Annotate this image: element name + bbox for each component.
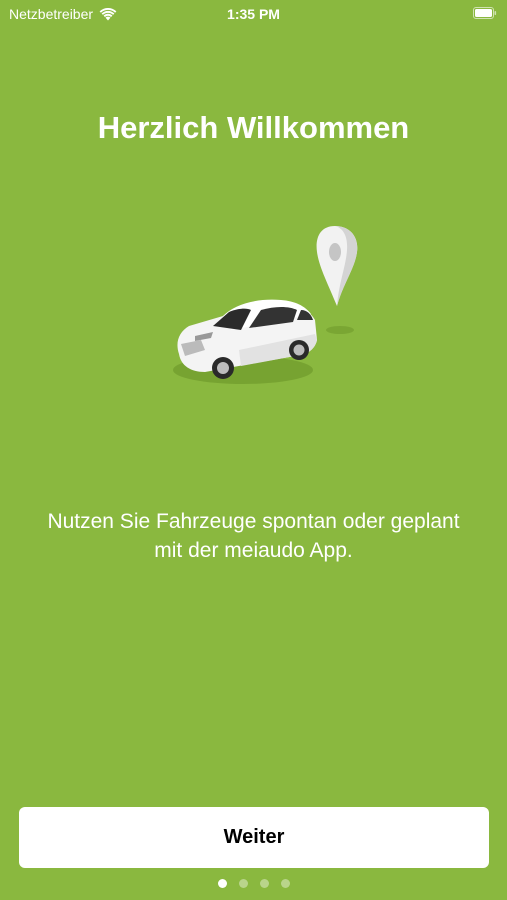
car-with-location-pin-icon (173, 226, 358, 384)
page-dot-4[interactable] (280, 879, 290, 888)
location-pin-icon (316, 226, 358, 306)
onboarding-description: Nutzen Sie Fahrzeuge spontan oder geplan… (47, 510, 460, 562)
battery-icon (473, 7, 497, 19)
page-dot-3[interactable] (259, 879, 269, 888)
clock: 1:35 PM (227, 6, 280, 22)
next-button[interactable]: Weiter (19, 807, 489, 868)
status-bar: Netzbetreiber 1:35 PM (0, 0, 507, 30)
page-dot-1[interactable] (217, 879, 227, 888)
page-indicator[interactable] (0, 879, 507, 888)
page-dot-2[interactable] (238, 879, 248, 888)
page-title: Herzlich Willkommen (97, 110, 410, 145)
